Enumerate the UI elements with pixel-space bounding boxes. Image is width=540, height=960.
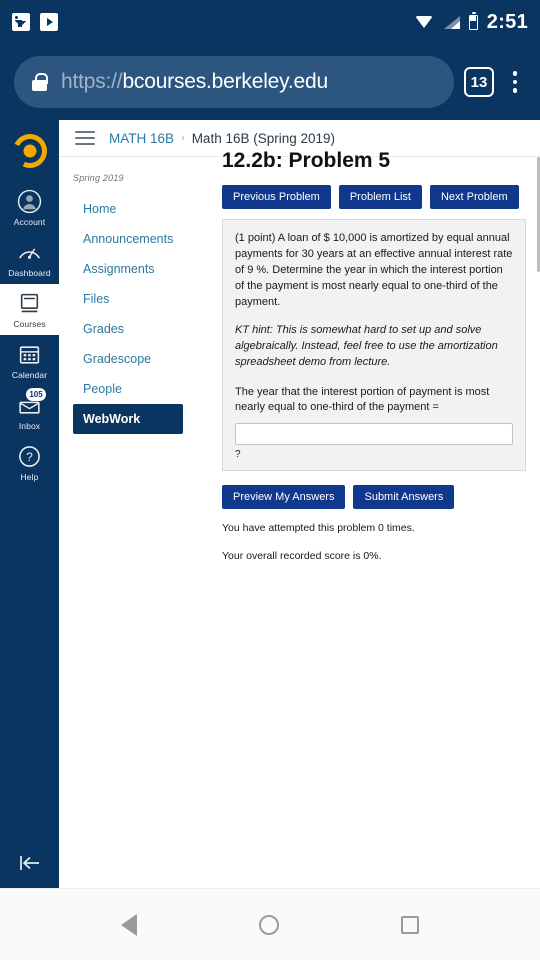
global-nav-item-courses[interactable]: Courses xyxy=(0,284,59,335)
global-nav-item-dashboard[interactable]: Dashboard xyxy=(0,233,59,284)
breadcrumb-course-name[interactable]: Math 16B (Spring 2019) xyxy=(192,131,335,146)
cellular-signal-icon xyxy=(443,15,460,29)
status-indicators: 2:51 xyxy=(414,10,528,34)
course-term-label: Spring 2019 xyxy=(73,173,124,183)
answer-prompt-text: The year that the interest portion of pa… xyxy=(235,385,490,414)
image-notification-icon xyxy=(12,13,30,31)
android-navigation-bar xyxy=(0,888,540,960)
hamburger-menu-icon[interactable] xyxy=(75,131,95,145)
problem-list-button[interactable]: Problem List xyxy=(338,185,422,209)
url-scheme: https:// xyxy=(61,70,123,93)
tab-switcher-button[interactable]: 13 xyxy=(464,67,494,97)
home-circle-icon[interactable] xyxy=(259,914,279,935)
address-bar[interactable]: https://bcourses.berkeley.edu xyxy=(14,56,454,108)
course-nav-item-announcements[interactable]: Announcements xyxy=(73,224,222,254)
global-nav-label: Dashboard xyxy=(8,268,51,278)
url-host: bcourses.berkeley.edu xyxy=(122,70,328,93)
submit-answers-button[interactable]: Submit Answers xyxy=(353,485,455,510)
course-content-column: MATH 16B › Math 16B (Spring 2019) Spring… xyxy=(59,120,540,888)
preview-my-answers-button[interactable]: Preview My Answers xyxy=(222,485,346,510)
inbox-envelope-icon: 105 xyxy=(17,388,46,418)
recents-square-icon[interactable] xyxy=(401,915,419,934)
help-question-icon: ? xyxy=(17,444,42,469)
global-nav-label: Inbox xyxy=(18,421,41,431)
problem-title: 12.2b: Problem 5 xyxy=(222,149,391,172)
global-nav-item-account[interactable]: Account xyxy=(0,182,59,233)
courses-book-icon xyxy=(17,291,42,316)
breadcrumb-course-code[interactable]: MATH 16B xyxy=(109,131,174,146)
breadcrumb-separator-icon: › xyxy=(181,132,185,144)
next-problem-button[interactable]: Next Problem xyxy=(429,185,519,209)
recorded-score-text: Your overall recorded score is 0%. xyxy=(222,549,382,562)
inbox-unread-badge: 105 xyxy=(26,388,46,401)
global-nav-label: Help xyxy=(20,472,39,482)
course-nav-sidebar: Spring 2019 Home Announcements Assignmen… xyxy=(59,157,222,888)
course-nav-item-files[interactable]: Files xyxy=(73,284,222,314)
collapse-left-arrow-icon[interactable] xyxy=(0,852,59,874)
answer-submit-buttons: Preview My Answers Submit Answers xyxy=(222,485,526,510)
browser-toolbar: https://bcourses.berkeley.edu 13 xyxy=(0,44,540,120)
course-nav-item-gradescope[interactable]: Gradescope xyxy=(73,344,222,374)
back-triangle-icon[interactable] xyxy=(121,913,137,936)
battery-icon xyxy=(468,12,478,30)
kebab-menu-icon[interactable] xyxy=(504,71,526,93)
lock-icon xyxy=(32,73,48,91)
course-nav-item-people[interactable]: People xyxy=(73,374,222,404)
canvas-global-nav: Account Dashboard Courses Calendar 105 I… xyxy=(0,120,59,888)
course-nav-item-grades[interactable]: Grades xyxy=(73,314,222,344)
answer-help-marker[interactable]: ? xyxy=(235,449,513,460)
global-nav-label: Account xyxy=(13,217,46,227)
wifi-icon xyxy=(414,15,434,29)
webwork-problem-panel: 12.2b: Problem 5 Previous Problem Proble… xyxy=(222,149,540,888)
course-nav-item-assignments[interactable]: Assignments xyxy=(73,254,222,284)
course-body: Spring 2019 Home Announcements Assignmen… xyxy=(59,149,540,888)
previous-problem-button[interactable]: Previous Problem xyxy=(222,185,331,209)
course-nav-item-webwork[interactable]: WebWork xyxy=(73,404,183,434)
course-nav-item-home[interactable]: Home xyxy=(73,194,222,224)
problem-nav-buttons: Previous Problem Problem List Next Probl… xyxy=(222,185,526,209)
problem-statement-box: (1 point) A loan of $ 10,000 is amortize… xyxy=(222,219,526,472)
web-page-viewport: Account Dashboard Courses Calendar 105 I… xyxy=(0,120,540,888)
status-notifications xyxy=(12,13,58,31)
attempt-count-text: You have attempted this problem 0 times. xyxy=(222,522,415,535)
global-nav-label: Calendar xyxy=(11,370,48,380)
breadcrumb-trail: MATH 16B › Math 16B (Spring 2019) xyxy=(109,131,335,146)
address-bar-url: https://bcourses.berkeley.edu xyxy=(61,70,328,94)
svg-text:?: ? xyxy=(26,450,33,464)
problem-statement-text: (1 point) A loan of $ 10,000 is amortize… xyxy=(235,232,513,308)
global-nav-item-calendar[interactable]: Calendar xyxy=(0,335,59,386)
problem-hint-text: KT hint: This is somewhat hard to set up… xyxy=(235,323,498,368)
dashboard-speedometer-icon xyxy=(17,240,42,265)
account-avatar-icon xyxy=(17,189,42,214)
android-status-bar: 2:51 xyxy=(0,0,540,44)
status-clock: 2:51 xyxy=(486,10,528,33)
global-nav-label: Courses xyxy=(13,319,46,329)
global-nav-item-inbox[interactable]: 105 Inbox xyxy=(0,386,59,437)
video-notification-icon xyxy=(40,13,58,31)
global-nav-item-help[interactable]: ? Help xyxy=(0,437,59,488)
answer-input[interactable] xyxy=(235,423,513,446)
canvas-logo[interactable] xyxy=(7,129,52,173)
calendar-icon xyxy=(17,342,42,367)
